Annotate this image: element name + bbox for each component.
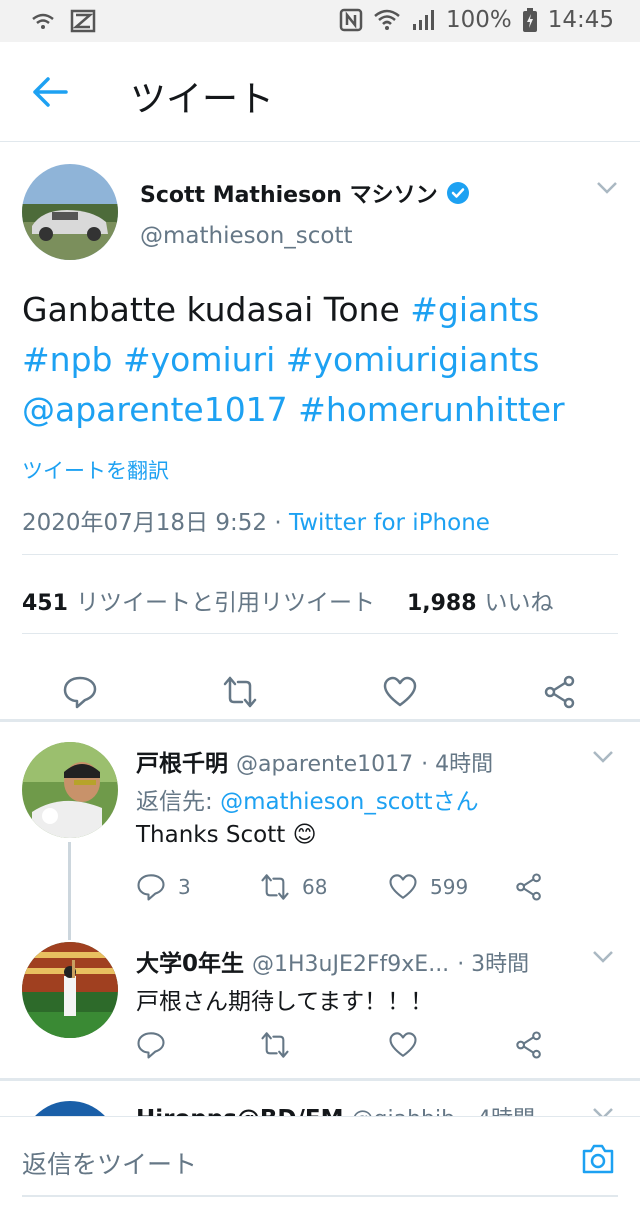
notification-app-icon [70,9,96,33]
reply-actions: 3 68 599 [136,872,606,908]
retweet-label[interactable]: リツイートと引用リツイート [76,583,375,617]
divider [22,554,618,555]
reply-icon [137,874,165,901]
battery-icon [522,8,537,32]
input-underline [22,1195,618,1197]
source-link[interactable]: Twitter for iPhone [289,510,490,536]
retweet-action[interactable] [260,1030,290,1060]
tweet-actions [0,658,640,728]
retweet-action[interactable]: 68 [260,872,327,902]
like-action[interactable]: 599 [388,872,468,902]
car-photo-avatar-image [22,164,118,260]
section-divider [0,719,640,722]
reply-author-name[interactable]: Hiropps@BD/FM [136,1106,344,1116]
reply-author-handle[interactable]: @giahbib [352,1107,456,1116]
reply-author-handle[interactable]: @1H3uJE2Ff9xE... [252,952,449,977]
share-action[interactable] [514,872,544,902]
tweet-meta: 2020年07月18日 9:52 · Twitter for iPhone [22,503,490,537]
hashtag-links[interactable]: #npb #yomiuri #yomiurigiants [22,335,622,385]
retweet-count: 68 [302,875,328,899]
reply-action[interactable]: 3 [136,872,191,902]
share-icon[interactable] [542,674,578,710]
chevron-down-icon[interactable] [592,950,614,964]
reply-time: · 4時間 [463,1101,535,1116]
avatar[interactable] [22,942,118,1038]
mention-hashtag-links[interactable]: @aparente1017 #homerunhitter [22,385,622,435]
reply-author-name[interactable]: 大学0年生 [136,944,244,978]
player-photo-avatar-image [22,742,118,838]
like-label[interactable]: いいね [485,583,554,617]
top-bar: ツイート [0,42,640,142]
divider [22,633,618,634]
like-count[interactable]: 1,988 [407,591,477,616]
reply-icon [137,1032,165,1059]
engagement-stats: 451 リツイートと引用リツイート 1,988 いいね [22,583,554,617]
chevron-down-icon[interactable] [596,181,618,195]
reply-composer-bar: 返信をツイート [0,1116,640,1205]
like-action[interactable] [388,1030,418,1060]
reply-time: · 4時間 [421,752,494,777]
avatar[interactable] [22,742,118,838]
chevron-down-icon[interactable] [592,1107,614,1116]
tweet-text-plain: Ganbatte kudasai Tone [22,290,411,329]
reply-input[interactable]: 返信をツイート [22,1145,197,1181]
reply-time: · 3時間 [457,952,530,977]
reply-author-name[interactable]: 戸根千明 [136,744,228,778]
nfc-icon [339,8,363,32]
reply-icon[interactable] [62,674,98,710]
battery-percent: 100% [445,7,512,33]
reply-text: 戸根さん期待してます！！！ [136,989,434,1015]
retweet-count[interactable]: 451 [22,591,68,616]
like-count: 599 [430,875,469,899]
tweet-text: Ganbatte kudasai Tone #giants #npb #yomi… [22,285,622,435]
signal-icon [412,10,434,30]
reply-actions [136,1030,606,1066]
chevron-down-icon[interactable] [592,750,614,764]
avatar[interactable] [22,164,118,260]
reply-text: Thanks Scott 😊 [136,822,317,848]
user-handle[interactable]: @mathieson_scott [140,223,353,249]
retweet-icon[interactable] [222,674,258,710]
heart-icon [389,1032,417,1057]
avatar[interactable] [22,1101,118,1116]
reply-author-handle[interactable]: @aparente1017 [236,752,413,777]
page-title: ツイート [130,79,275,120]
status-bar: 100% 14:45 [0,0,640,42]
display-name[interactable]: Scott Mathieson マシソン [140,177,438,209]
share-action[interactable] [514,1030,544,1060]
hashtag-link[interactable]: #giants [410,290,539,329]
reply-to-label: 返信先: [136,789,221,815]
reply-to-line: 返信先: @mathieson_scottさん [136,782,479,816]
translate-link[interactable]: ツイートを翻訳 [22,455,169,485]
heart-icon[interactable] [382,674,418,710]
timestamp: 2020年07月18日 9:52 · [22,510,289,536]
reply-count: 3 [178,875,191,899]
retweet-icon [261,1032,289,1058]
heart-icon [389,874,417,899]
reply-tweet[interactable]: Hiropps@BD/FM @giahbib · 4時間 [0,1081,640,1116]
back-arrow-icon[interactable] [30,76,70,108]
reply-action[interactable] [136,1030,166,1060]
wifi-icon [374,9,400,30]
retweet-icon [261,874,289,900]
camera-icon[interactable] [580,1141,616,1177]
thread-line [68,842,71,940]
share-icon [516,1031,541,1059]
verified-badge-icon [446,182,469,204]
stadium-photo-avatar-image [22,942,118,1038]
wifi-calling-icon [32,13,54,29]
reply-to-mention[interactable]: @mathieson_scottさん [220,789,479,815]
clock: 14:45 [547,7,614,33]
share-icon [516,873,541,901]
